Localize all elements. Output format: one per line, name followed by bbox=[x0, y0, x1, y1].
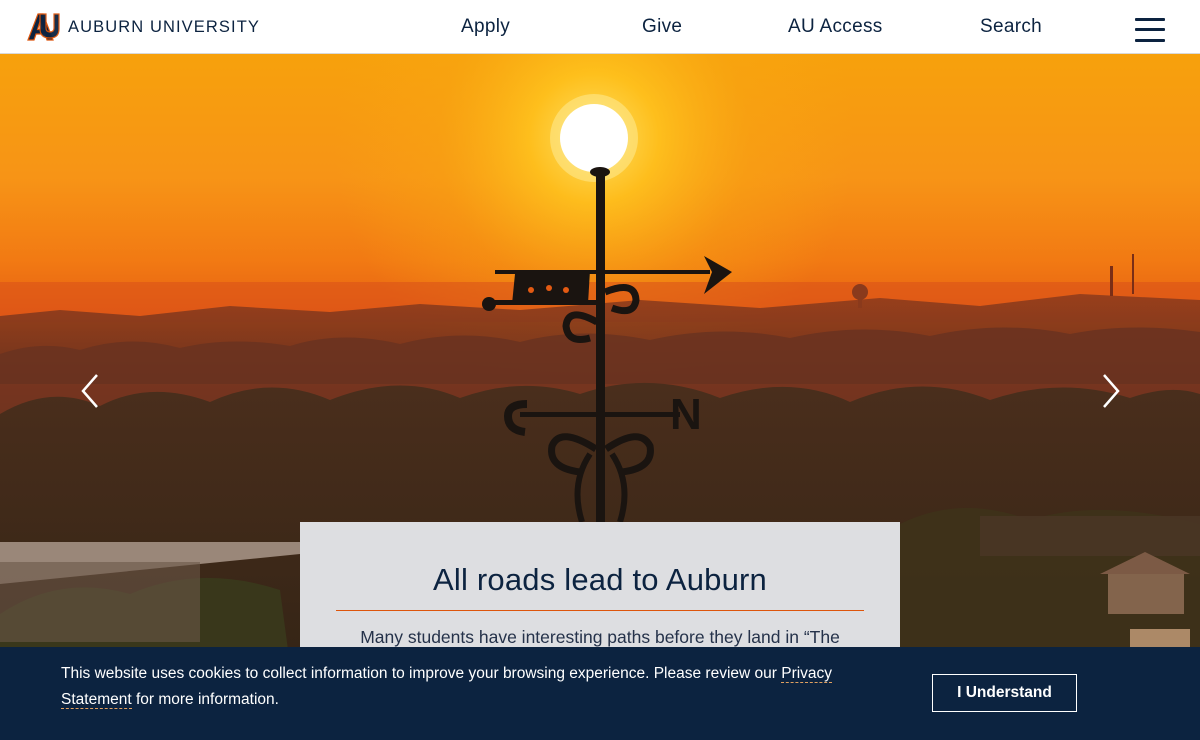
carousel-prev-button[interactable] bbox=[74, 369, 108, 413]
cookie-accept-button[interactable]: I Understand bbox=[932, 674, 1077, 712]
weathervane-letter: N bbox=[670, 390, 702, 439]
cookie-text-before: This website uses cookies to collect inf… bbox=[61, 665, 782, 682]
site-header: AUBURN UNIVERSITY Apply Give AU Access S… bbox=[0, 0, 1200, 54]
hero-story-text: Many students have interesting paths bef… bbox=[360, 627, 840, 647]
cookie-text-after: for more information. bbox=[131, 691, 279, 708]
nav-search-link[interactable]: Search bbox=[980, 16, 1042, 38]
chevron-left-icon bbox=[81, 374, 98, 408]
chevron-right-icon bbox=[1103, 374, 1120, 408]
cookie-message: This website uses cookies to collect inf… bbox=[61, 661, 861, 713]
hero-story-card: All roads lead to Auburn Many students h… bbox=[300, 522, 900, 662]
nav-give-link[interactable]: Give bbox=[642, 16, 682, 38]
cookie-banner: This website uses cookies to collect inf… bbox=[0, 647, 1200, 740]
hero-story-title: All roads lead to Auburn bbox=[433, 562, 767, 597]
nav-apply-link[interactable]: Apply bbox=[461, 16, 510, 38]
nav-au-access-link[interactable]: AU Access bbox=[788, 16, 883, 38]
hamburger-menu-icon bbox=[1135, 18, 1165, 21]
carousel-next-button[interactable] bbox=[1093, 369, 1127, 413]
au-logo-icon bbox=[27, 13, 60, 41]
hamburger-menu-button[interactable] bbox=[1134, 16, 1166, 44]
brand-name: AUBURN UNIVERSITY bbox=[68, 17, 260, 36]
brand-home-link[interactable]: AUBURN UNIVERSITY bbox=[26, 12, 260, 42]
title-divider bbox=[336, 610, 864, 611]
